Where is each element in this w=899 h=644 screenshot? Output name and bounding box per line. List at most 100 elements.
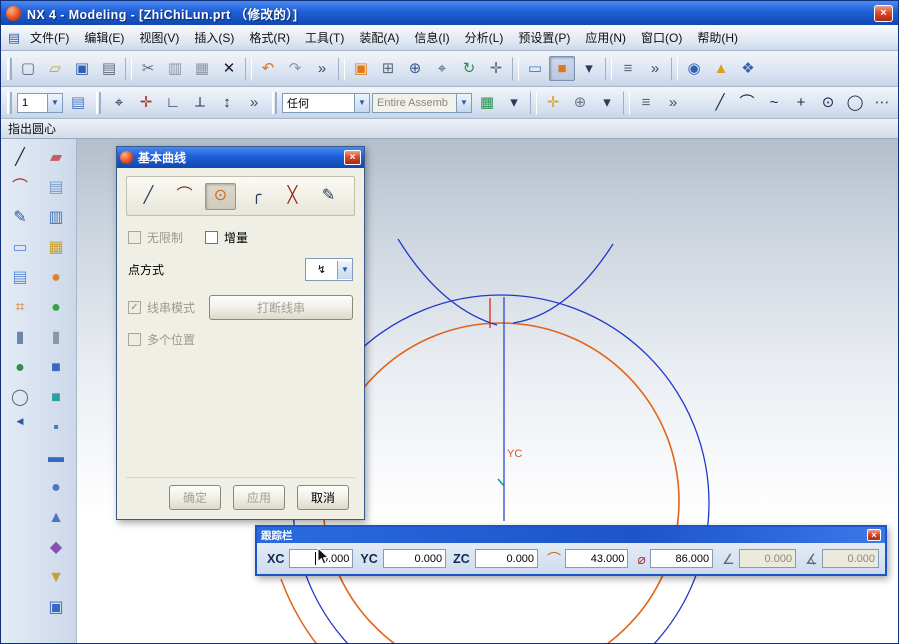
datum-grid-icon[interactable]: ▤ — [6, 264, 34, 291]
fit-view-icon[interactable]: ▣ — [348, 56, 374, 81]
line-tool-icon[interactable]: ╱ — [133, 183, 164, 210]
string-mode-checkbox[interactable]: ✓ — [128, 301, 141, 314]
open-folder-icon[interactable]: ▱ — [42, 56, 68, 81]
menu-item[interactable]: 窗口(O) — [634, 26, 689, 49]
wcs-dynamics-icon[interactable]: ↕ — [214, 90, 240, 115]
cylinder-icon[interactable]: ▮ — [6, 324, 34, 351]
line-icon[interactable]: ╱ — [6, 144, 34, 171]
sketch-icon[interactable]: ✎ — [6, 204, 34, 231]
cut-icon[interactable]: ✂ — [135, 56, 161, 81]
circle-icon[interactable]: ◯ — [842, 90, 868, 115]
toolbar-grip[interactable] — [7, 58, 12, 80]
print-icon[interactable]: ▤ — [96, 56, 122, 81]
window-titlebar[interactable]: NX 4 - Modeling - [ZhiChiLun.prt （修改的）] … — [1, 1, 898, 25]
cone-icon[interactable]: ▲ — [42, 504, 70, 531]
spline-icon[interactable]: ~ — [761, 90, 787, 115]
layers-icon[interactable]: ▤ — [42, 174, 70, 201]
zc-input[interactable]: 0.000 — [475, 549, 538, 568]
orient-wcs-icon[interactable]: ⟂ — [187, 90, 213, 115]
overflow-chevron-icon[interactable]: » — [309, 56, 335, 81]
yc-input[interactable]: 0.000 — [383, 549, 446, 568]
dialog-titlebar[interactable]: 基本曲线 × — [117, 147, 364, 168]
menu-item[interactable]: 分析(L) — [458, 26, 511, 49]
move-object-icon[interactable]: ✛ — [540, 90, 566, 115]
menu-item[interactable]: 帮助(H) — [690, 26, 745, 49]
object-display-icon[interactable]: ▦ — [474, 90, 500, 115]
angle1-input[interactable]: 0.000 — [739, 549, 796, 568]
break-string-button[interactable]: 打断线串 — [209, 295, 353, 320]
arc-icon[interactable]: ⌒ — [6, 174, 34, 201]
point-icon[interactable]: + — [788, 90, 814, 115]
collapse-arrow-icon[interactable]: ◀ — [6, 414, 34, 429]
menu-item[interactable]: 插入(S) — [187, 26, 241, 49]
overflow-chevron-icon[interactable]: » — [642, 56, 668, 81]
unbounded-checkbox[interactable] — [128, 231, 141, 244]
sphere-orange-icon[interactable]: ● — [42, 264, 70, 291]
menu-item[interactable]: 装配(A) — [352, 26, 406, 49]
tracking-bar-close-button[interactable]: × — [867, 529, 881, 541]
arc-tool-icon[interactable]: ⌒ — [169, 183, 200, 210]
redo-icon[interactable]: ↷ — [282, 56, 308, 81]
apply-button[interactable]: 应用 — [233, 485, 285, 510]
wedge-icon[interactable]: ▼ — [42, 564, 70, 591]
tracking-bar-titlebar[interactable]: 跟踪栏 × — [257, 527, 885, 543]
circle-icon[interactable]: ◯ — [6, 384, 34, 411]
save-icon[interactable]: ▣ — [69, 56, 95, 81]
wireframe-view-icon[interactable]: ▭ — [522, 56, 548, 81]
dialog-close-button[interactable]: × — [344, 150, 361, 165]
zoom-box-icon[interactable]: ⊞ — [375, 56, 401, 81]
menu-item[interactable]: 信息(I) — [407, 26, 456, 49]
graphics-viewport[interactable]: YC 基本曲线 × ╱⌒⊙╭╳✎ 无限制 增量 — [77, 139, 898, 643]
window-close-button[interactable]: × — [874, 5, 893, 22]
multiple-positions-checkbox[interactable] — [128, 333, 141, 346]
refresh-icon[interactable]: ↻ — [456, 56, 482, 81]
toolbar-grip[interactable] — [272, 92, 277, 114]
datum-plane-icon[interactable]: ∟ — [160, 90, 186, 115]
point-method-dropdown[interactable]: ↯ ▼ — [305, 258, 353, 281]
cylinder-icon[interactable]: ▮ — [42, 324, 70, 351]
cube-blue-icon[interactable]: ■ — [42, 354, 70, 381]
circle-tool-icon[interactable]: ⊙ — [205, 183, 236, 210]
diameter-input[interactable]: 86.000 — [650, 549, 713, 568]
eraser-icon[interactable]: ▰ — [42, 144, 70, 171]
magnify-icon[interactable]: ⌖ — [429, 56, 455, 81]
dropdown-icon[interactable]: ▾ — [594, 90, 620, 115]
layer-combo[interactable]: 1 ▼ — [17, 93, 63, 113]
datum-plane-icon[interactable]: ▭ — [6, 234, 34, 261]
cancel-button[interactable]: 取消 — [297, 485, 349, 510]
chart-icon[interactable]: ▦ — [42, 234, 70, 261]
list-icon[interactable]: ≡ — [633, 90, 659, 115]
circle-center-icon[interactable]: ⊙ — [815, 90, 841, 115]
shaded-view-icon[interactable]: ■ — [549, 56, 575, 81]
more-icon[interactable]: ⋯ — [869, 90, 895, 115]
menu-item[interactable]: 工具(T) — [298, 26, 351, 49]
hatch-icon[interactable]: ⌗ — [6, 294, 34, 321]
slab-icon[interactable]: ▬ — [42, 444, 70, 471]
zoom-in-icon[interactable]: ⊕ — [402, 56, 428, 81]
orange-outer-arc[interactable] — [281, 579, 319, 643]
involute-curve-right[interactable] — [513, 244, 613, 323]
layer-settings-icon[interactable]: ▤ — [65, 90, 91, 115]
copy-icon[interactable]: ▥ — [162, 56, 188, 81]
pan-icon[interactable]: ✛ — [483, 56, 509, 81]
assembly-scope-combo[interactable]: Entire Assemb ▼ — [372, 93, 472, 113]
menu-item[interactable]: 视图(V) — [132, 26, 186, 49]
paste-icon[interactable]: ▦ — [189, 56, 215, 81]
angle2-input[interactable]: 0.000 — [822, 549, 879, 568]
boss-icon[interactable]: ▣ — [42, 594, 70, 621]
datum-axis-icon[interactable]: ✛ — [133, 90, 159, 115]
sphere-green-icon[interactable]: ● — [6, 354, 34, 381]
gem-icon[interactable]: ◆ — [42, 534, 70, 561]
line-icon[interactable]: ╱ — [707, 90, 733, 115]
menu-item[interactable]: 格式(R) — [242, 26, 297, 49]
edit-curve-tool-icon[interactable]: ✎ — [313, 183, 344, 210]
involute-curve-left[interactable] — [398, 239, 497, 325]
new-icon[interactable]: ▢ — [15, 56, 41, 81]
selection-filter-combo[interactable]: 任何 ▼ — [282, 93, 370, 113]
book-icon[interactable]: ▥ — [42, 204, 70, 231]
toolbar-grip[interactable] — [96, 92, 101, 114]
datum-csys-icon[interactable]: ⌖ — [106, 90, 132, 115]
sphere-green-icon[interactable]: ● — [42, 294, 70, 321]
delete-icon[interactable]: ✕ — [216, 56, 242, 81]
dropdown-icon[interactable]: ▾ — [501, 90, 527, 115]
